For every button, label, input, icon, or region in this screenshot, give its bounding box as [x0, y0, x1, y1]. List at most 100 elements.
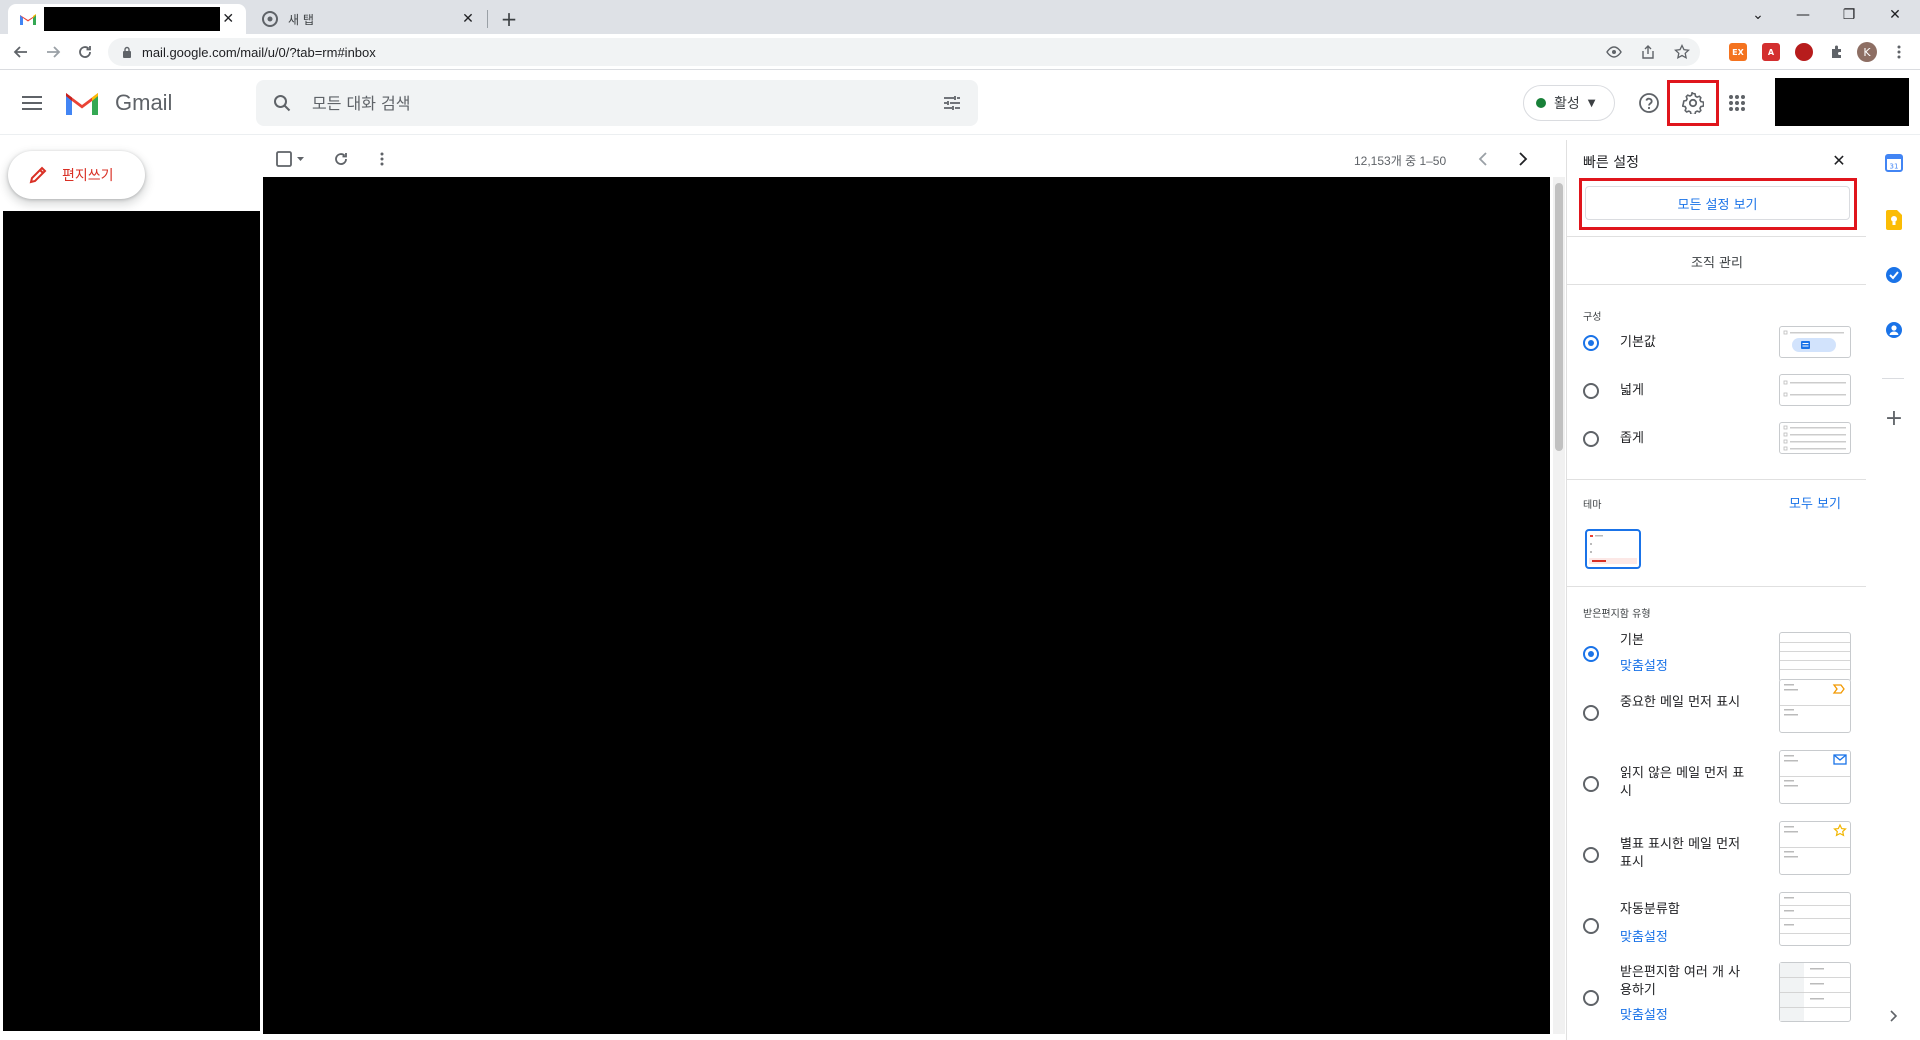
tab-gmail[interactable]: ✕ [8, 4, 246, 34]
profile-avatar[interactable]: K [1857, 42, 1877, 62]
next-page-icon[interactable] [1511, 147, 1535, 171]
inbox-option-label: 자동분류함 [1620, 902, 1680, 917]
more-options-icon[interactable] [370, 147, 394, 171]
eye-icon[interactable] [1604, 42, 1624, 62]
expand-panel-icon[interactable] [1884, 1006, 1904, 1026]
all-settings-highlight [1579, 178, 1857, 230]
radio-button[interactable] [1583, 431, 1599, 447]
help-icon[interactable] [1633, 87, 1665, 119]
tab-search-icon[interactable]: ⌄ [1735, 0, 1781, 30]
customize-link[interactable]: 맞춤설정 [1620, 926, 1668, 945]
manage-organization-link[interactable]: 조직 관리 [1567, 252, 1866, 271]
search-bar [256, 80, 978, 126]
puzzle-extensions-icon[interactable] [1828, 43, 1846, 61]
share-icon[interactable] [1638, 42, 1658, 62]
theme-view-all-link[interactable]: 모두 보기 [1789, 493, 1841, 512]
scrollbar-thumb[interactable] [1555, 183, 1563, 451]
ex-extension-icon[interactable]: EX [1729, 43, 1747, 61]
new-tab-button[interactable]: + [496, 6, 522, 32]
close-icon[interactable]: ✕ [1829, 150, 1849, 170]
radio-button[interactable] [1583, 705, 1599, 721]
density-default-preview [1779, 326, 1851, 358]
search-icon[interactable] [270, 91, 294, 115]
divider [1567, 479, 1866, 480]
divider [1567, 586, 1866, 587]
radio-button[interactable] [1583, 335, 1599, 351]
theme-default-thumbnail[interactable] [1585, 529, 1641, 569]
pdf-extension-icon[interactable]: A [1762, 43, 1780, 61]
density-section-title: 구성 [1583, 312, 1602, 323]
shield-extension-icon[interactable] [1795, 43, 1813, 61]
inbox-type-section-title: 받은편지함 유형 [1583, 609, 1651, 620]
previous-page-icon[interactable] [1471, 147, 1495, 171]
google-apps-icon[interactable] [1721, 87, 1753, 119]
pagination-text: 12,153개 중 1–50 [1354, 154, 1447, 168]
inbox-default-preview [1779, 632, 1851, 682]
inbox-option-label: 별표 표시한 메일 먼저 표시 [1620, 837, 1741, 870]
tab-title: 새 탭 [288, 12, 314, 27]
mail-list-redacted [263, 177, 1550, 1034]
gmail-logo-icon[interactable] [64, 89, 100, 117]
tab-title-redacted [44, 7, 221, 31]
radio-button[interactable] [1583, 918, 1599, 934]
browser-menu-icon[interactable] [1886, 39, 1912, 65]
list-toolbar: 12,153개 중 1–50 [263, 140, 1563, 178]
close-tab-icon[interactable]: ✕ [220, 11, 236, 27]
refresh-icon[interactable] [329, 147, 353, 171]
inbox-option-label: 읽지 않은 메일 먼저 표시 [1620, 766, 1745, 799]
radio-button[interactable] [1583, 847, 1599, 863]
inbox-important-preview [1779, 679, 1851, 733]
radio-button[interactable] [1583, 776, 1599, 792]
tasks-icon[interactable] [1884, 265, 1904, 285]
inbox-unread-preview [1779, 750, 1851, 804]
mail-list-scrollbar[interactable] [1553, 177, 1565, 1034]
inbox-option-label: 기본 [1620, 633, 1644, 648]
keep-icon[interactable] [1884, 210, 1904, 230]
radio-button[interactable] [1583, 990, 1599, 1006]
radio-button[interactable] [1583, 383, 1599, 399]
calendar-icon[interactable]: 31 [1884, 153, 1904, 173]
search-input[interactable] [312, 92, 872, 114]
inbox-starred-preview [1779, 821, 1851, 875]
back-button[interactable] [8, 39, 34, 65]
url-text: mail.google.com/mail/u/0/?tab=rm#inbox [142, 44, 376, 60]
radio-button[interactable] [1583, 646, 1599, 662]
tab-new-tab[interactable]: 새 탭 ✕ [250, 4, 486, 34]
minimize-button[interactable]: — [1780, 0, 1826, 30]
customize-link[interactable]: 맞춤설정 [1620, 1004, 1668, 1023]
close-tab-icon[interactable]: ✕ [460, 11, 476, 27]
gmail-header: Gmail 활성 ▼ [0, 71, 1920, 135]
select-all-checkbox[interactable] [273, 147, 309, 171]
reload-button[interactable] [72, 39, 98, 65]
quick-settings-panel: 빠른 설정 ✕ 모든 설정 보기 조직 관리 구성 기본값 넓게 좁게 테마 모… [1566, 140, 1866, 1040]
nav-redacted [3, 211, 260, 1031]
forward-button[interactable] [40, 39, 66, 65]
rail-divider [1882, 378, 1904, 379]
density-label: 넓게 [1620, 383, 1644, 398]
density-label: 좁게 [1620, 431, 1644, 446]
status-label: 활성 [1554, 96, 1580, 112]
density-compact-preview [1779, 422, 1851, 454]
restore-button[interactable]: ❐ [1826, 0, 1872, 30]
search-options-icon[interactable] [940, 91, 964, 115]
customize-link[interactable]: 맞춤설정 [1620, 655, 1668, 674]
bookmark-star-icon[interactable] [1672, 42, 1692, 62]
inbox-option-label: 중요한 메일 먼저 표시 [1620, 695, 1741, 710]
address-bar[interactable]: mail.google.com/mail/u/0/?tab=rm#inbox [108, 38, 1700, 66]
gmail-wordmark[interactable]: Gmail [115, 90, 172, 116]
status-dot [1536, 98, 1546, 108]
inbox-option-label: 받은편지함 여러 개 사용하기 [1620, 965, 1741, 998]
chrome-icon [262, 11, 278, 27]
gmail-favicon-icon [20, 11, 36, 27]
contacts-icon[interactable] [1884, 320, 1904, 340]
status-selector[interactable]: 활성 ▼ [1523, 85, 1615, 121]
compose-button[interactable]: 편지쓰기 [8, 151, 145, 199]
inbox-multiple-preview [1779, 962, 1851, 1022]
settings-highlight [1667, 80, 1719, 126]
divider [1567, 284, 1866, 285]
main-menu-icon[interactable] [18, 89, 46, 117]
theme-section-title: 테마 [1583, 500, 1602, 511]
account-redacted[interactable] [1775, 78, 1909, 126]
close-window-button[interactable]: ✕ [1872, 0, 1918, 30]
add-addon-icon[interactable]: + [1884, 406, 1904, 431]
